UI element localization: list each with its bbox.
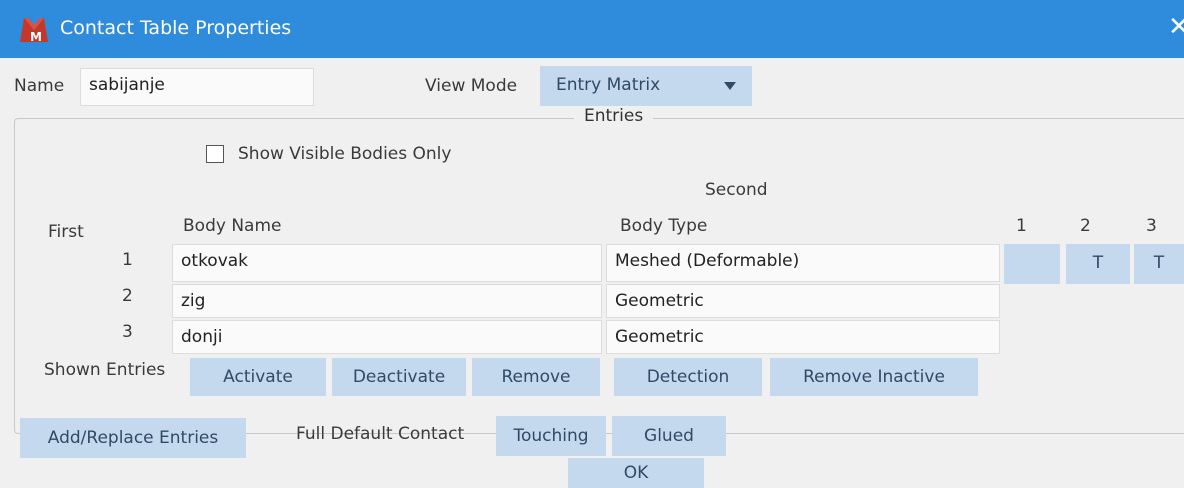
touching-button[interactable]: Touching — [496, 416, 606, 456]
remove-button[interactable]: Remove — [472, 358, 600, 396]
matrix-cell[interactable]: T — [1134, 244, 1184, 284]
body-type-cell[interactable]: Meshed (Deformable) — [606, 244, 1000, 282]
matrix-cell[interactable] — [1004, 244, 1060, 284]
matrix-cell[interactable]: T — [1066, 244, 1130, 284]
entries-group-title: Entries — [574, 106, 654, 126]
svg-text:M: M — [30, 30, 42, 44]
body-name-cell[interactable]: donji — [172, 320, 602, 354]
body-name-header: Body Name — [183, 216, 282, 236]
body-name-cell[interactable]: zig — [172, 284, 602, 318]
name-field[interactable]: sabijanje — [80, 68, 314, 106]
body-type-header: Body Type — [620, 216, 708, 236]
ok-button[interactable]: OK — [568, 458, 704, 488]
add-replace-entries-button[interactable]: Add/Replace Entries — [20, 418, 246, 458]
app-logo-icon: M — [20, 18, 48, 44]
detection-button[interactable]: Detection — [614, 358, 762, 396]
deactivate-button[interactable]: Deactivate — [332, 358, 466, 396]
first-label: First — [48, 222, 84, 242]
activate-button[interactable]: Activate — [190, 358, 326, 396]
remove-inactive-button[interactable]: Remove Inactive — [770, 358, 978, 396]
view-mode-label: View Mode — [425, 76, 518, 96]
shown-entries-label: Shown Entries — [44, 360, 166, 380]
row-index: 1 — [122, 250, 133, 270]
window-title: Contact Table Properties — [60, 17, 292, 39]
body-type-cell[interactable]: Geometric — [606, 320, 1000, 354]
close-icon[interactable]: ✕ — [1168, 14, 1184, 40]
view-mode-value: Entry Matrix — [556, 75, 661, 95]
full-default-contact-label: Full Default Contact — [296, 424, 465, 444]
matrix-col-header: 3 — [1146, 216, 1157, 236]
show-visible-checkbox[interactable] — [206, 145, 224, 163]
row-index: 2 — [122, 286, 133, 306]
matrix-col-header: 2 — [1080, 216, 1091, 236]
name-label: Name — [14, 76, 65, 96]
body-type-cell[interactable]: Geometric — [606, 284, 1000, 318]
glued-button[interactable]: Glued — [612, 416, 726, 456]
show-visible-label: Show Visible Bodies Only — [238, 144, 452, 164]
second-label: Second — [705, 180, 768, 200]
matrix-col-header: 1 — [1016, 216, 1027, 236]
row-index: 3 — [122, 322, 133, 342]
body-name-cell[interactable]: otkovak — [172, 244, 602, 282]
chevron-down-icon[interactable] — [724, 82, 736, 90]
view-mode-select[interactable]: Entry Matrix — [540, 66, 752, 106]
